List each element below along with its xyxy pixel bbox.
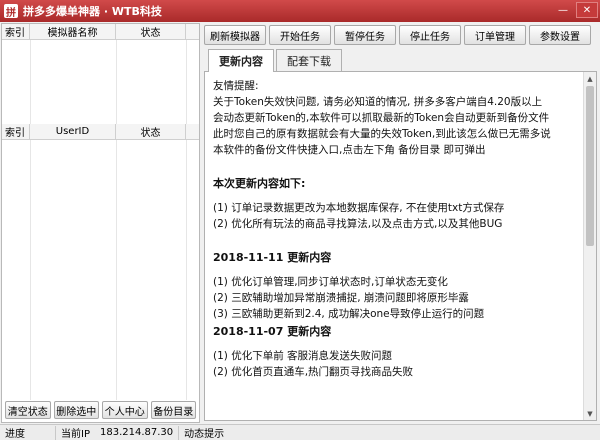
start-task-button[interactable]: 开始任务 [269, 25, 331, 45]
order-management-button[interactable]: 订单管理 [464, 25, 526, 45]
personal-center-button[interactable]: 个人中心 [102, 401, 148, 419]
emulator-grid-body[interactable] [2, 40, 199, 124]
notice-line: (1) 优化下单前 客服消息发送失败问题 [213, 350, 393, 362]
scroll-down-icon[interactable]: ▼ [584, 407, 596, 420]
notice-line: 本软件的备份文件快捷入口,点击左下角 备份目录 即可弹出 [213, 144, 486, 156]
notice-line: 友情提醒: [213, 80, 259, 92]
status-bar: 进度 当前IP 183.214.87.30 动态提示 [0, 424, 600, 440]
section-heading: 2018-11-07 更新内容 [213, 325, 332, 338]
progress-label: 进度 [0, 425, 56, 440]
window-title: 拼多多爆单神器 · WTB科技 [23, 5, 162, 18]
col-user-id[interactable]: UserID [30, 124, 116, 139]
window-controls: — ✕ [552, 2, 598, 18]
minimize-icon[interactable]: — [552, 2, 574, 18]
notice-line: (1) 订单记录数据更改为本地数据库保存, 不在使用txt方式保存 [213, 202, 505, 214]
hint-label: 动态提示 [184, 429, 225, 440]
col-status[interactable]: 状态 [116, 124, 186, 139]
col-status[interactable]: 状态 [116, 24, 186, 39]
notice-line: 会动态更新Token的,本软件可以抓取最新的Token会自动更新到备份文件 [213, 112, 550, 124]
col-index[interactable]: 索引 [2, 124, 30, 139]
notice-line: (1) 优化订单管理,同步订单状态时,订单状态无变化 [213, 276, 448, 288]
notice-line: 此时您自己的原有数据就会有大量的失效Token,到此该怎么做已无需多说 [213, 128, 551, 140]
pause-task-button[interactable]: 暂停任务 [334, 25, 396, 45]
emulator-grid: 索引 模拟器名称 状态 [2, 24, 199, 124]
left-button-bar: 清空状态 删除选中 个人中心 备份目录 [2, 401, 199, 421]
ip-label: 当前IP [61, 429, 90, 440]
settings-button[interactable]: 参数设置 [529, 25, 591, 45]
notice-line: (2) 优化首页直通车,热门翻页寻找商品失败 [213, 366, 414, 378]
backup-directory-button[interactable]: 备份目录 [150, 401, 196, 419]
user-grid: 索引 UserID 状态 [2, 124, 199, 400]
notice-line: (2) 优化所有玩法的商品寻找算法,以及点击方式,以及其他BUG [213, 218, 503, 230]
refresh-emulator-button[interactable]: 刷新模拟器 [204, 25, 266, 45]
toolbar: 刷新模拟器 开始任务 暂停任务 停止任务 订单管理 参数设置 [202, 23, 599, 47]
tab-update-content[interactable]: 更新内容 [208, 49, 274, 72]
notice-line: 关于Token失效快问题, 请务必知道的情况, 拼多多客户端自4.20版以上 [213, 96, 543, 108]
right-panel: 刷新模拟器 开始任务 暂停任务 停止任务 订单管理 参数设置 更新内容 配套下载… [202, 23, 599, 423]
scroll-up-icon[interactable]: ▲ [584, 72, 596, 85]
left-panel: 索引 模拟器名称 状态 索引 UserID 状态 清空状态 删除选中 个人中心 … [1, 23, 200, 423]
ip-value: 183.214.87.30 [95, 425, 180, 440]
tab-strip: 更新内容 配套下载 [204, 49, 597, 72]
title-bar: 拼 拼多多爆单神器 · WTB科技 — ✕ [0, 0, 600, 22]
scroll-thumb[interactable] [586, 86, 594, 246]
delete-selected-button[interactable]: 删除选中 [53, 401, 99, 419]
notice-line: (3) 三欧辅助更新到2.4, 成功解决one导致停止运行的问题 [213, 308, 485, 320]
col-emulator-name[interactable]: 模拟器名称 [30, 24, 116, 39]
tab-downloads[interactable]: 配套下载 [276, 49, 342, 71]
notice-line: (2) 三欧辅助增加异常崩溃捕捉, 崩溃问题即将原形毕露 [213, 292, 469, 304]
close-icon[interactable]: ✕ [576, 2, 598, 18]
emulator-grid-header: 索引 模拟器名称 状态 [2, 24, 199, 40]
tab-panel: 更新内容 配套下载 友情提醒: 关于Token失效快问题, 请务必知道的情况, … [204, 49, 597, 421]
user-grid-header: 索引 UserID 状态 [2, 124, 199, 140]
clear-status-button[interactable]: 清空状态 [5, 401, 51, 419]
col-index[interactable]: 索引 [2, 24, 30, 39]
user-grid-body[interactable] [2, 140, 199, 400]
section-heading: 2018-11-11 更新内容 [213, 251, 332, 264]
vertical-scrollbar[interactable]: ▲ ▼ [583, 72, 596, 420]
app-logo-icon: 拼 [4, 4, 18, 19]
update-notes: 友情提醒: 关于Token失效快问题, 请务必知道的情况, 拼多多客户端自4.2… [204, 71, 597, 421]
stop-task-button[interactable]: 停止任务 [399, 25, 461, 45]
section-heading: 本次更新内容如下: [213, 177, 306, 190]
